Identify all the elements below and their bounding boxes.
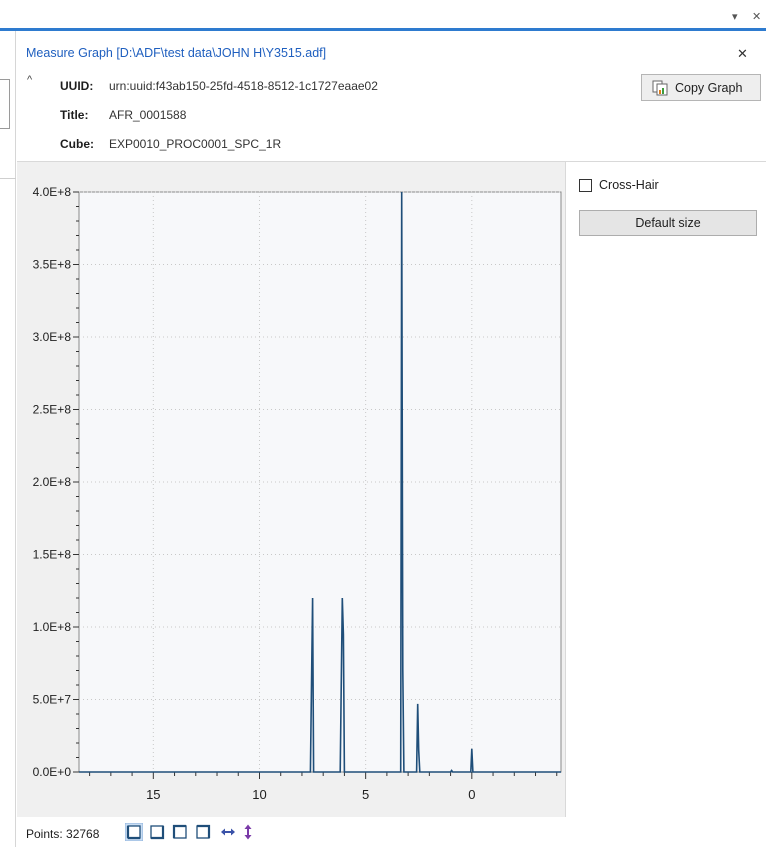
cross-hair-label: Cross-Hair: [599, 178, 659, 192]
x-tick-label: 5: [362, 787, 369, 802]
y-tick-label: 1.0E+8: [33, 620, 72, 634]
view-bottom-right-icon[interactable]: [148, 823, 166, 841]
uuid-label: UUID:: [60, 79, 94, 93]
y-tick-label: 3.0E+8: [33, 330, 72, 344]
status-bar: Points: 32768: [17, 817, 766, 847]
cross-hair-checkbox[interactable]: [579, 179, 592, 192]
window-close-icon[interactable]: ✕: [752, 10, 761, 23]
measure-graph-panel: Measure Graph [D:\ADF\test data\JOHN H\Y…: [17, 34, 766, 847]
view-top-left-icon[interactable]: [171, 823, 189, 841]
x-tick-label: 15: [146, 787, 160, 802]
collapsed-panel-tab[interactable]: [0, 79, 10, 129]
collapse-chevron-icon[interactable]: ^: [27, 74, 32, 86]
title-label: Title:: [60, 108, 89, 122]
fit-horizontal-icon[interactable]: [219, 823, 237, 841]
spectrum-chart[interactable]: 0.0E+0 5.0E+7 1.0E+8 1.5E+8 2.0E+8 2.5E+8 3.0E…: [17, 162, 565, 817]
title-value: AFR_0001588: [109, 108, 187, 122]
view-top-right-icon[interactable]: [194, 823, 212, 841]
x-tick-label: 0: [468, 787, 475, 802]
fit-vertical-icon[interactable]: [239, 823, 257, 841]
points-count: Points: 32768: [26, 827, 100, 841]
y-tick-label: 1.5E+8: [33, 548, 72, 562]
cross-hair-toggle[interactable]: Cross-Hair: [579, 176, 759, 196]
uuid-value: urn:uuid:f43ab150-25fd-4518-8512-1c1727e…: [109, 79, 378, 93]
x-tick-label: 10: [252, 787, 266, 802]
copy-graph-label: Copy Graph: [675, 81, 743, 95]
panel-close-button[interactable]: ✕: [737, 46, 748, 62]
left-side-strip: [0, 31, 16, 847]
copy-graph-icon: [652, 80, 668, 96]
copy-graph-button[interactable]: Copy Graph: [641, 74, 761, 101]
cube-label: Cube:: [60, 137, 94, 151]
panel-title: Measure Graph [D:\ADF\test data\JOHN H\Y…: [26, 46, 327, 60]
divider: [0, 178, 16, 179]
y-tick-label: 5.0E+7: [33, 693, 72, 707]
y-tick-label: 4.0E+8: [33, 185, 72, 199]
y-tick-label: 2.5E+8: [33, 403, 72, 417]
chart-area[interactable]: 0.0E+0 5.0E+7 1.0E+8 1.5E+8 2.0E+8 2.5E+8 3.0E…: [17, 162, 566, 817]
default-size-button[interactable]: Default size: [579, 210, 757, 236]
y-tick-label: 0.0E+0: [33, 765, 72, 779]
y-tick-label: 2.0E+8: [33, 475, 72, 489]
dropdown-icon[interactable]: ▾: [732, 10, 738, 23]
window-top-bar: ▾ ✕: [0, 0, 766, 31]
cube-value: EXP0010_PROC0001_SPC_1R: [109, 137, 282, 151]
view-bottom-left-icon[interactable]: [125, 823, 143, 841]
y-tick-label: 3.5E+8: [33, 258, 72, 272]
